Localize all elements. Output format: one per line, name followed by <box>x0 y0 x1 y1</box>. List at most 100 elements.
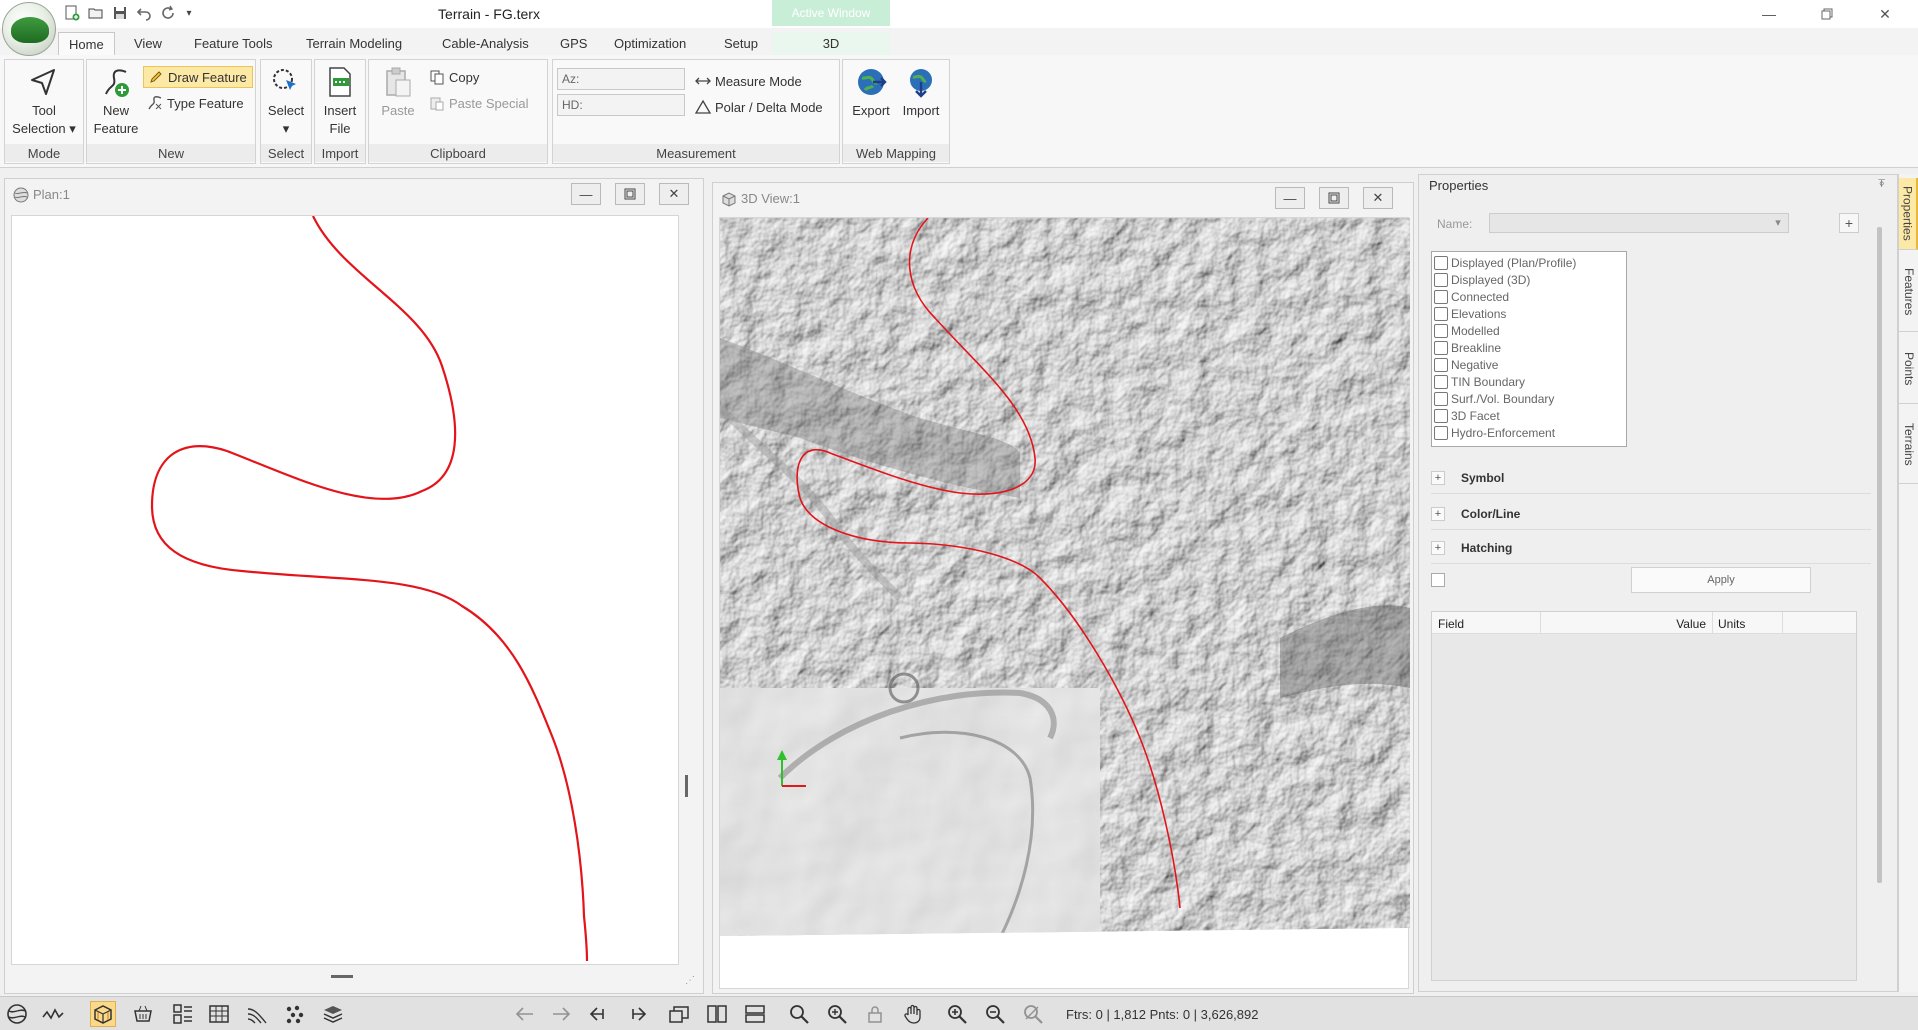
zoom-in-icon[interactable] <box>944 1001 970 1027</box>
tab-home[interactable]: Home <box>58 32 115 56</box>
flag-elevations[interactable]: Elevations <box>1434 305 1626 322</box>
view3d-maximize-button[interactable] <box>1319 187 1349 209</box>
view3d-window-titlebar[interactable]: 3D View:1 — ✕ <box>713 183 1413 213</box>
plan-close-button[interactable]: ✕ <box>659 183 689 205</box>
basket-grid-icon[interactable] <box>130 1001 156 1027</box>
view3d-minimize-button[interactable]: — <box>1275 187 1305 209</box>
points-icon[interactable] <box>282 1001 308 1027</box>
tab-view[interactable]: View <box>124 32 172 55</box>
apply-checkbox[interactable] <box>1431 573 1445 587</box>
tab-setup[interactable]: Setup <box>714 32 768 55</box>
checkbox[interactable] <box>1434 306 1448 321</box>
export-button[interactable]: Export <box>847 64 895 120</box>
expand-icon[interactable]: + <box>1431 507 1445 521</box>
select-button[interactable]: Select ▾ <box>263 64 309 138</box>
expand-icon[interactable]: + <box>1431 471 1445 485</box>
plan-window-titlebar[interactable]: Plan:1 — ✕ <box>5 179 703 209</box>
lock-icon[interactable] <box>862 1001 888 1027</box>
zoom-window-icon[interactable] <box>1020 1001 1046 1027</box>
polar-delta-mode-button[interactable]: Polar / Delta Mode <box>691 96 827 118</box>
flag-displayed-3d[interactable]: Displayed (3D) <box>1434 271 1626 288</box>
properties-scrollbar[interactable] <box>1877 227 1882 883</box>
tool-selection-button[interactable]: Tool Selection ▾ <box>9 64 79 138</box>
pan-hand-icon[interactable] <box>900 1001 926 1027</box>
tab-gps[interactable]: GPS <box>550 32 597 55</box>
checkbox[interactable] <box>1434 289 1448 304</box>
plan-feature-line[interactable] <box>12 215 680 966</box>
tab-feature-tools[interactable]: Feature Tools <box>184 32 283 55</box>
plan-minimize-button[interactable]: — <box>571 183 601 205</box>
arrow-right-icon[interactable] <box>548 1001 574 1027</box>
checkbox[interactable] <box>1434 408 1448 423</box>
measure-mode-button[interactable]: Measure Mode <box>691 70 806 92</box>
section-color-line[interactable]: + Color/Line <box>1431 503 1841 525</box>
tile-horizontal-icon[interactable] <box>742 1001 768 1027</box>
profile-line-icon[interactable] <box>40 1001 66 1027</box>
zoom-previous-icon[interactable] <box>586 1001 612 1027</box>
resize-grip-icon[interactable]: ⋰ <box>685 975 695 986</box>
plan-canvas[interactable] <box>11 215 679 965</box>
paste-button[interactable]: Paste <box>373 64 423 120</box>
checkbox[interactable] <box>1434 425 1448 440</box>
import-button[interactable]: Import <box>897 64 945 120</box>
expand-icon[interactable]: + <box>1431 541 1445 555</box>
flag-connected[interactable]: Connected <box>1434 288 1626 305</box>
checkbox[interactable] <box>1434 391 1448 406</box>
side-tab-properties[interactable]: Properties <box>1899 178 1918 250</box>
name-combo[interactable]: ▾ <box>1489 213 1789 233</box>
pin-icon[interactable]: ⍕ <box>1878 178 1885 191</box>
flag-hydro-enforcement[interactable]: Hydro-Enforcement <box>1434 424 1626 441</box>
checkbox[interactable] <box>1434 374 1448 389</box>
tab-3d[interactable]: 3D <box>772 32 890 55</box>
open-folder-icon[interactable] <box>86 3 106 23</box>
tile-vertical-icon[interactable] <box>704 1001 730 1027</box>
copy-button[interactable]: Copy <box>425 66 483 88</box>
new-feature-button[interactable]: New Feature <box>91 64 141 138</box>
view3d-canvas[interactable] <box>719 217 1410 989</box>
plan-maximize-button[interactable] <box>615 183 645 205</box>
globe-grid-icon[interactable] <box>4 1001 30 1027</box>
tab-cable-analysis[interactable]: Cable-Analysis <box>432 32 539 55</box>
layers-icon[interactable] <box>320 1001 346 1027</box>
type-feature-button[interactable]: Type Feature <box>143 92 248 114</box>
restore-icon[interactable] <box>1804 0 1850 28</box>
section-symbol[interactable]: + Symbol <box>1431 467 1841 489</box>
zoom-next-icon[interactable] <box>624 1001 650 1027</box>
tab-terrain-modeling[interactable]: Terrain Modeling <box>296 32 412 55</box>
close-icon[interactable]: ✕ <box>1862 0 1908 28</box>
undo-icon[interactable] <box>134 3 154 23</box>
arrow-left-icon[interactable] <box>512 1001 538 1027</box>
checkbox[interactable] <box>1434 272 1448 287</box>
column-field[interactable]: Field <box>1438 617 1464 631</box>
paste-special-button[interactable]: Paste Special <box>425 92 533 114</box>
azimuth-field[interactable]: Az: <box>557 68 685 90</box>
flag-surf-vol-boundary[interactable]: Surf./Vol. Boundary <box>1434 390 1626 407</box>
layout-grid-icon[interactable] <box>170 1001 196 1027</box>
save-icon[interactable] <box>110 3 130 23</box>
vertical-splitter-handle[interactable] <box>685 775 688 797</box>
apply-button[interactable]: Apply <box>1631 567 1811 593</box>
checkbox[interactable] <box>1434 255 1448 270</box>
view3d-close-button[interactable]: ✕ <box>1363 187 1393 209</box>
column-units[interactable]: Units <box>1718 617 1745 631</box>
horizontal-distance-field[interactable]: HD: <box>557 94 685 116</box>
magnifier-icon[interactable] <box>786 1001 812 1027</box>
side-tab-features[interactable]: Features <box>1899 252 1918 332</box>
checkbox[interactable] <box>1434 323 1448 338</box>
cascade-windows-icon[interactable] <box>666 1001 692 1027</box>
wireframe-cube-icon[interactable] <box>90 1001 116 1027</box>
zoom-extents-icon[interactable] <box>824 1001 850 1027</box>
chevron-down-icon[interactable]: ▾ <box>1768 214 1788 232</box>
tab-optimization[interactable]: Optimization <box>604 32 696 55</box>
flag-negative[interactable]: Negative <box>1434 356 1626 373</box>
add-button[interactable]: + <box>1839 213 1859 233</box>
draw-feature-button[interactable]: Draw Feature <box>143 66 253 88</box>
table-icon[interactable] <box>206 1001 232 1027</box>
new-file-icon[interactable] <box>62 3 82 23</box>
customize-toolbar-icon[interactable]: ▾ <box>182 3 196 23</box>
redo-icon[interactable] <box>158 3 178 23</box>
side-tab-points[interactable]: Points <box>1899 334 1918 404</box>
insert-file-button[interactable]: Insert File <box>317 64 363 138</box>
zoom-out-icon[interactable] <box>982 1001 1008 1027</box>
flag-displayed-plan-profile[interactable]: Displayed (Plan/Profile) <box>1434 254 1626 271</box>
